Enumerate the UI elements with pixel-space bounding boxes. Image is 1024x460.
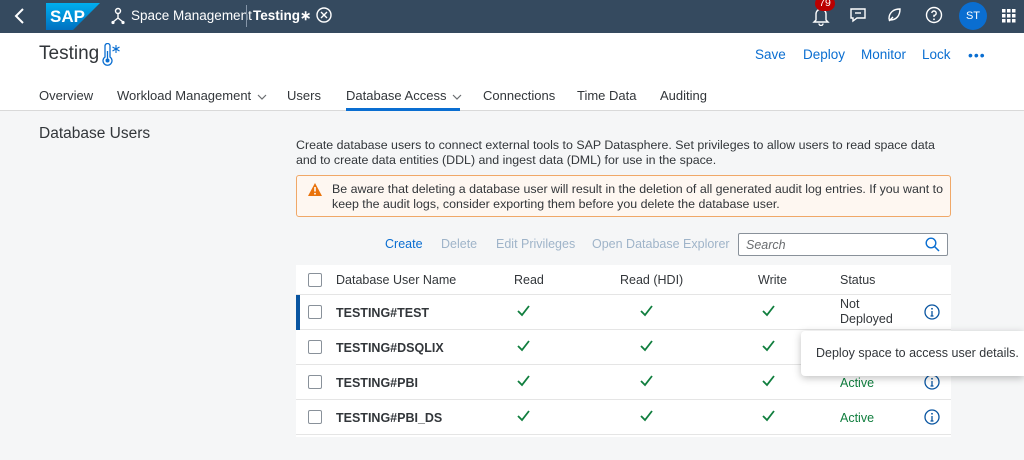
status-text: Active bbox=[840, 411, 875, 425]
checkmark-icon bbox=[640, 375, 653, 387]
breadcrumb-current: Testing∗ bbox=[253, 8, 312, 23]
close-icon[interactable] bbox=[315, 6, 333, 24]
user-name: TESTING#DSQLIX bbox=[336, 341, 444, 355]
checkmark-icon bbox=[640, 305, 653, 317]
row-checkbox[interactable] bbox=[308, 305, 322, 319]
section-description: Create database users to connect externa… bbox=[296, 138, 935, 167]
notification-badge: 79 bbox=[815, 0, 835, 11]
save-button[interactable]: Save bbox=[755, 47, 786, 62]
search-icon[interactable] bbox=[925, 237, 940, 252]
tab-label: Workload Management bbox=[117, 88, 252, 103]
warning-message-strip: Be aware that deleting a database user w… bbox=[296, 175, 951, 217]
checkmark-icon bbox=[640, 410, 653, 422]
tab-label: Users bbox=[287, 88, 321, 103]
delete-button[interactable]: Delete bbox=[441, 237, 477, 251]
monitor-button[interactable]: Monitor bbox=[861, 47, 906, 62]
tab-label: Connections bbox=[483, 88, 556, 103]
user-name: TESTING#PBI bbox=[336, 376, 418, 390]
checkmark-icon bbox=[517, 305, 530, 317]
info-popover: Deploy space to access user details. bbox=[801, 331, 1024, 376]
space-management-icon bbox=[110, 7, 126, 25]
shell-bar: SAP Space Management Testing∗ 79 ST bbox=[0, 0, 1024, 33]
tab-label: Time Data bbox=[577, 88, 637, 103]
sap-logo[interactable]: SAP bbox=[46, 3, 100, 30]
select-all-checkbox[interactable] bbox=[308, 273, 322, 287]
section-title: Database Users bbox=[39, 125, 151, 142]
checkmark-icon bbox=[517, 375, 530, 387]
product-switch-icon[interactable] bbox=[1002, 9, 1016, 23]
user-name: TESTING#PBI_DS bbox=[336, 411, 443, 425]
tab-label: Auditing bbox=[660, 88, 707, 103]
tab-connections[interactable]: Connections bbox=[483, 88, 555, 103]
checkmark-icon bbox=[517, 340, 530, 352]
column-header-status[interactable]: Status bbox=[840, 273, 875, 287]
info-icon[interactable] bbox=[924, 409, 940, 425]
chevron-down-icon bbox=[453, 94, 462, 100]
app-title[interactable]: Space Management bbox=[131, 8, 252, 23]
chevron-down-icon bbox=[257, 94, 267, 100]
table-header: Database User Name Read Read (HDI) Write… bbox=[296, 265, 951, 295]
row-checkbox[interactable] bbox=[308, 410, 322, 424]
table-row[interactable]: TESTING#PBI_DS Active bbox=[296, 400, 951, 435]
page-title: Testing bbox=[39, 43, 100, 64]
checkmark-icon bbox=[762, 410, 775, 422]
tab-label: Database Access bbox=[346, 88, 447, 103]
edit-privileges-button[interactable]: Edit Privileges bbox=[496, 237, 575, 251]
more-actions-button[interactable]: ••• bbox=[968, 47, 986, 63]
row-checkbox[interactable] bbox=[308, 340, 322, 354]
column-header-name[interactable]: Database User Name bbox=[336, 273, 456, 287]
active-tab-indicator bbox=[346, 108, 460, 111]
tab-auditing[interactable]: Auditing bbox=[660, 88, 707, 103]
tab-overview[interactable]: Overview bbox=[39, 88, 93, 103]
table-row[interactable]: TESTING#TEST Not Deployed bbox=[296, 295, 951, 330]
checkmark-icon bbox=[762, 340, 775, 352]
status-text: Active bbox=[840, 376, 875, 390]
column-header-read-hdi[interactable]: Read (HDI) bbox=[620, 273, 683, 287]
shell-separator bbox=[246, 5, 247, 27]
open-database-explorer-button[interactable]: Open Database Explorer bbox=[592, 237, 730, 251]
tab-database-access[interactable]: Database Access bbox=[346, 88, 462, 103]
checkmark-icon bbox=[517, 410, 530, 422]
warning-text: Be aware that deleting a database user w… bbox=[332, 182, 943, 211]
object-page-header: Testing Save Deploy Monitor Lock ••• Ove… bbox=[0, 33, 1024, 111]
tab-time-data[interactable]: Time Data bbox=[577, 88, 636, 103]
search-placeholder: Search bbox=[746, 238, 786, 252]
search-input[interactable]: Search bbox=[738, 233, 948, 256]
checkmark-icon bbox=[762, 375, 775, 387]
popover-text: Deploy space to access user details. bbox=[816, 346, 1019, 360]
info-icon[interactable] bbox=[924, 374, 940, 390]
create-button[interactable]: Create bbox=[385, 237, 423, 251]
column-header-read[interactable]: Read bbox=[514, 273, 544, 287]
tab-label: Overview bbox=[39, 88, 94, 103]
lock-button[interactable]: Lock bbox=[922, 47, 951, 62]
joule-assistant-icon[interactable] bbox=[886, 6, 904, 24]
status-text: Not Deployed bbox=[840, 297, 893, 326]
tab-workload-management[interactable]: Workload Management bbox=[117, 88, 267, 103]
user-avatar[interactable]: ST bbox=[959, 2, 987, 30]
warning-icon bbox=[307, 182, 323, 197]
checkmark-icon bbox=[640, 340, 653, 352]
user-name: TESTING#TEST bbox=[336, 306, 430, 320]
logo-text: SAP bbox=[50, 7, 85, 26]
info-icon[interactable] bbox=[924, 304, 940, 320]
back-arrow-icon[interactable] bbox=[14, 8, 26, 24]
tab-users[interactable]: Users bbox=[287, 88, 321, 103]
row-checkbox[interactable] bbox=[308, 375, 322, 389]
deploy-button[interactable]: Deploy bbox=[803, 47, 845, 62]
feedback-icon[interactable] bbox=[849, 6, 867, 24]
column-header-write[interactable]: Write bbox=[758, 273, 787, 287]
checkmark-icon bbox=[762, 305, 775, 317]
space-temperature-icon bbox=[99, 43, 123, 67]
help-icon[interactable] bbox=[925, 6, 943, 24]
